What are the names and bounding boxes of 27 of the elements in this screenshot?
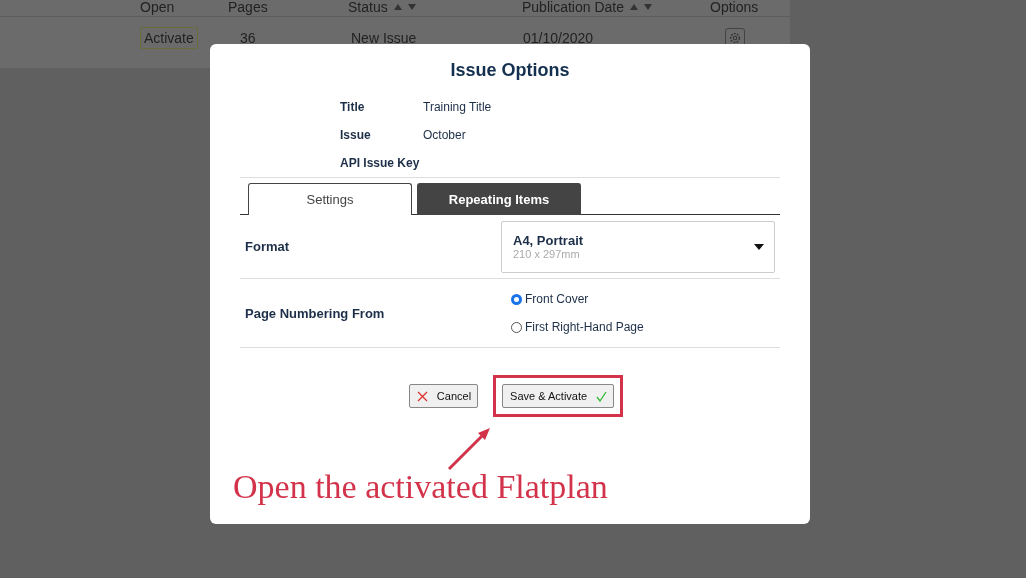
radio-button[interactable] [511, 293, 522, 305]
arrow [446, 426, 492, 472]
table-cell: New Issue [351, 30, 417, 46]
save-button[interactable]: Save & Activate [502, 384, 615, 408]
radio-option[interactable]: First Right-Hand Page [511, 320, 644, 334]
radio-option[interactable]: Front Cover [511, 292, 644, 306]
sort-icon[interactable] [393, 3, 418, 11]
cancel-button[interactable]: Cancel [408, 384, 479, 408]
field-value: Training Title [423, 100, 492, 114]
tab[interactable]: Repeating Items [417, 183, 581, 215]
field-label: Issue [340, 128, 372, 142]
format-dropdown[interactable]: A4, Portrait 210 x 297mm [501, 220, 775, 273]
field-label: Format [244, 239, 291, 254]
field-label: API Issue Key [340, 156, 421, 170]
annotation-text: Open the activated Flatplan [233, 468, 608, 506]
tab[interactable]: Settings [248, 183, 412, 215]
table-cell: 36 [240, 30, 256, 46]
check-icon [596, 390, 608, 402]
close-icon [416, 390, 428, 402]
field-label: Title [340, 100, 366, 114]
dialog-title: Issue Options [449, 60, 571, 81]
sort-icon[interactable] [629, 3, 654, 11]
settings-icon [728, 31, 742, 45]
table-cell: 01/10/2020 [523, 30, 594, 46]
field-value: October [423, 128, 466, 142]
caret-icon [754, 243, 764, 250]
field-label: Page Numbering From [244, 305, 386, 321]
